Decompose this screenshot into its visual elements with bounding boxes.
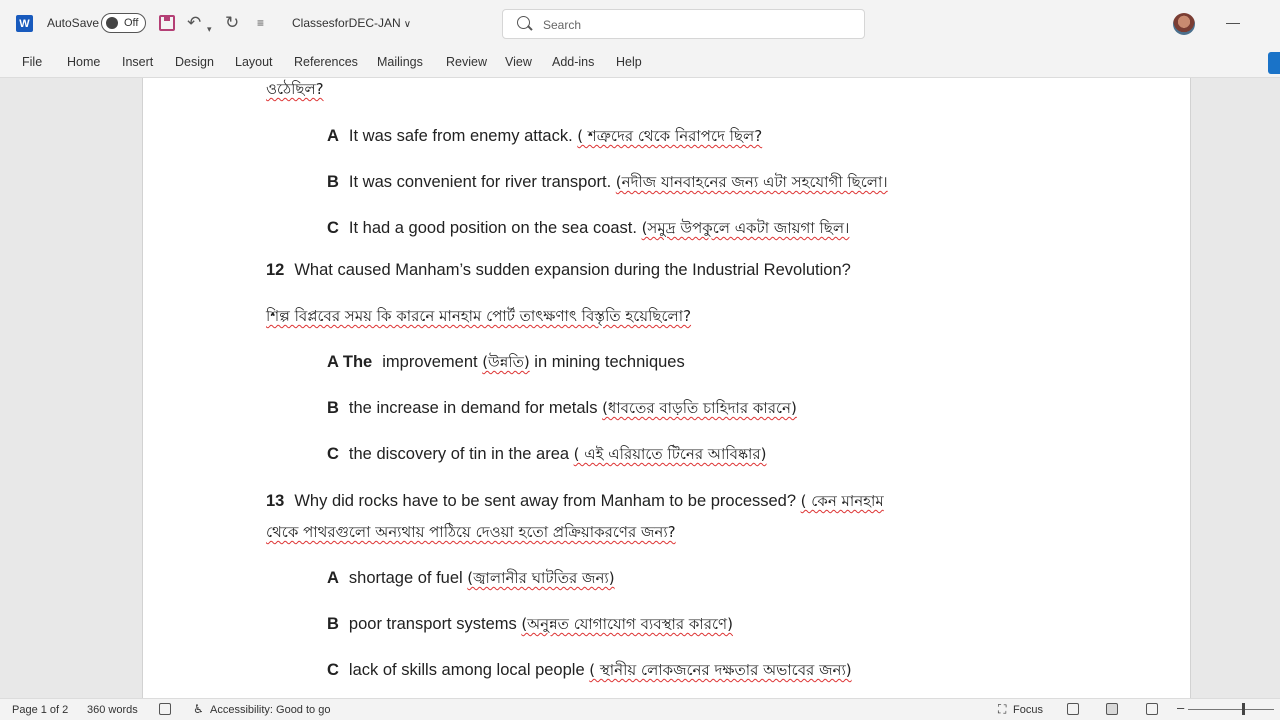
answer-13-a: Ashortage of fuel (জ্বালানীর ঘাটতির জন্য… xyxy=(327,567,615,592)
tab-layout[interactable]: Layout xyxy=(235,55,273,69)
autosave-toggle[interactable]: Off xyxy=(101,13,146,33)
focus-icon: ⛶ xyxy=(998,702,1007,716)
print-layout-icon[interactable] xyxy=(1106,703,1118,715)
autosave-state: Off xyxy=(124,17,139,29)
english-text: It had a good position on the sea coast. xyxy=(348,219,637,237)
question-number: 13 xyxy=(266,492,285,510)
toggle-knob xyxy=(106,17,118,29)
english-text: It was convenient for river transport. xyxy=(348,173,612,191)
redo-icon[interactable]: ↻ xyxy=(225,12,239,34)
question-11-continuation: ওঠেছিল? xyxy=(266,78,324,103)
answer-letter: B xyxy=(327,615,339,633)
document-title-text: ClassesforDEC-JAN xyxy=(292,16,401,30)
tab-references[interactable]: References xyxy=(294,55,358,69)
search-box[interactable]: Search xyxy=(502,9,865,39)
zoom-slider-thumb[interactable] xyxy=(1242,703,1245,715)
bengali-text: (উন্নতি) xyxy=(482,353,530,371)
focus-button[interactable]: Focus xyxy=(1013,704,1043,716)
word-logo-icon: W xyxy=(16,15,33,32)
bengali-text: থেকে পাথরগুলো অন্যথায় পাঠিয়ে দেওয়া হত… xyxy=(266,523,676,541)
english-text: poor transport systems xyxy=(348,615,517,633)
page-count[interactable]: Page 1 of 2 xyxy=(12,704,68,716)
tab-mailings[interactable]: Mailings xyxy=(377,55,423,69)
undo-dropdown-icon[interactable]: ▾ xyxy=(207,18,212,40)
read-mode-icon[interactable] xyxy=(1067,703,1079,715)
web-layout-icon[interactable] xyxy=(1146,703,1158,715)
minimize-icon[interactable]: — xyxy=(1226,14,1240,30)
answer-11-c: C It had a good position on the sea coast… xyxy=(327,217,849,242)
answer-letter: C xyxy=(327,445,339,463)
answer-letter: C xyxy=(327,219,339,237)
document-title[interactable]: ClassesforDEC-JAN ∨ xyxy=(292,16,411,30)
bengali-text: শিল্প বিপ্লবের সময় কি কারনে মানহাম পোর্… xyxy=(266,307,692,325)
comments-button[interactable] xyxy=(1268,52,1280,74)
english-text: shortage of fuel xyxy=(348,569,463,587)
tab-review[interactable]: Review xyxy=(446,55,487,69)
undo-icon[interactable]: ↶ xyxy=(187,12,201,34)
document-canvas[interactable]: ওঠেছিল? A It was safe from enemy attack. … xyxy=(0,78,1280,698)
answer-letter: A xyxy=(327,569,339,587)
proofing-icon[interactable] xyxy=(159,703,171,715)
english-text: in mining techniques xyxy=(534,353,685,371)
answer-11-a: A It was safe from enemy attack. ( শত্রুদ… xyxy=(327,125,762,150)
bengali-text: (সমুদ্র উপকুলে একটা জায়গা ছিল। xyxy=(641,219,850,237)
question-13-bengali: থেকে পাথরগুলো অন্যথায় পাঠিয়ে দেওয়া হত… xyxy=(266,521,676,546)
tab-insert[interactable]: Insert xyxy=(122,55,153,69)
tab-home[interactable]: Home xyxy=(67,55,100,69)
answer-letter: A xyxy=(327,127,339,145)
answer-12-c: Cthe discovery of tin in the area ( এই এ… xyxy=(327,443,767,468)
save-icon[interactable] xyxy=(159,15,175,31)
tab-file[interactable]: File xyxy=(22,55,42,69)
ribbon-tabs: File Home Insert Design Layout Reference… xyxy=(0,48,1280,78)
answer-13-c: Clack of skills among local people ( স্থ… xyxy=(327,659,852,684)
customize-toolbar-icon[interactable]: ≡ xyxy=(257,12,264,34)
english-text: the increase in demand for metals xyxy=(348,399,598,417)
question-number: 12 xyxy=(266,261,285,279)
bengali-text: ওঠেছিল? xyxy=(266,80,324,98)
answer-12-b: Bthe increase in demand for metals (ধাবত… xyxy=(327,397,797,422)
english-text: It was safe from enemy attack. xyxy=(348,127,573,145)
english-text: lack of skills among local people xyxy=(348,661,585,679)
bengali-text: ( কেন মানহাম xyxy=(800,492,884,510)
tab-add-ins[interactable]: Add-ins xyxy=(552,55,594,69)
bengali-text: (নদীজ যানবাহনের জন্য এটা সহযোগী ছিলো। xyxy=(615,173,888,191)
tab-design[interactable]: Design xyxy=(175,55,214,69)
bengali-text: (ধাবতের বাড়তি চাহিদার কারনে) xyxy=(602,399,797,417)
accessibility-status[interactable]: Accessibility: Good to go xyxy=(210,704,330,716)
answer-letter: C xyxy=(327,661,339,679)
tab-help[interactable]: Help xyxy=(616,55,642,69)
question-12: 12 What caused Manham’s sudden expansion … xyxy=(266,261,851,280)
search-placeholder: Search xyxy=(543,18,582,32)
answer-letter: B xyxy=(327,399,339,417)
question-13: 13 Why did rocks have to be sent away fro… xyxy=(266,490,884,515)
english-text: the discovery of tin in the area xyxy=(348,445,570,463)
answer-11-b: B It was convenient for river transport. … xyxy=(327,171,888,196)
bengali-text: ( শত্রুদের থেকে নিরাপদে ছিল? xyxy=(577,127,763,145)
bengali-text: ( এই এরিয়াতে টিনের আবিষ্কার) xyxy=(573,445,767,463)
accessibility-icon: ♿ xyxy=(193,702,204,716)
chevron-down-icon: ∨ xyxy=(403,19,412,30)
title-bar: W AutoSave Off ↶ ▾ ↻ ≡ ClassesforDEC-JAN… xyxy=(0,0,1280,48)
bengali-text: (অনুন্নত যোগাযোগ ব্যবস্থার কারণে) xyxy=(521,615,733,633)
answer-letter: A The xyxy=(327,353,373,371)
question-12-bengali: শিল্প বিপ্লবের সময় কি কারনে মানহাম পোর্… xyxy=(266,305,691,330)
english-text: Why did rocks have to be sent away from … xyxy=(294,492,797,510)
word-count[interactable]: 360 words xyxy=(87,704,138,716)
answer-12-a: A The improvement (উন্নতি) in mining tech… xyxy=(327,351,685,376)
answer-letter: B xyxy=(327,173,339,191)
search-icon xyxy=(517,16,530,29)
bengali-text: ( স্থানীয় লোকজনের দক্ষতার অভাবের জন্য) xyxy=(589,661,852,679)
zoom-out-icon[interactable]: – xyxy=(1177,700,1184,715)
tab-view[interactable]: View xyxy=(505,55,532,69)
zoom-slider[interactable] xyxy=(1188,709,1274,710)
english-text: improvement xyxy=(382,353,478,371)
autosave-label: AutoSave xyxy=(47,16,100,30)
avatar[interactable] xyxy=(1173,13,1195,35)
document-page[interactable]: ওঠেছিল? A It was safe from enemy attack. … xyxy=(142,78,1191,698)
bengali-text: (জ্বালানীর ঘাটতির জন্য) xyxy=(467,569,615,587)
status-bar: Page 1 of 2 360 words ♿ Accessibility: G… xyxy=(0,698,1280,720)
english-text: What caused Manham’s sudden expansion du… xyxy=(294,261,851,279)
answer-13-b: Bpoor transport systems (অনুন্নত যোগাযোগ… xyxy=(327,613,733,638)
